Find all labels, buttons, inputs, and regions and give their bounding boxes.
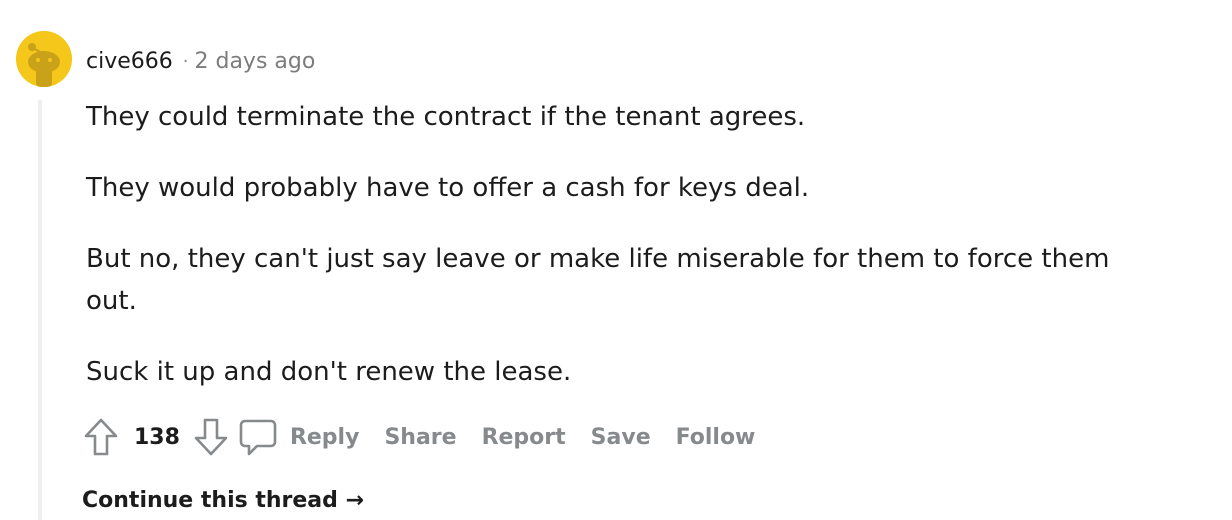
comment-action-bar: 138 Reply Share Report Save Follow [82, 416, 755, 458]
comment-meta: cive666 · 2 days ago [86, 46, 315, 76]
downvote-icon [194, 418, 228, 456]
downvote-button[interactable] [192, 416, 230, 458]
report-button[interactable]: Report [482, 416, 566, 458]
comment-body: They could terminate the contract if the… [86, 96, 1146, 422]
vote-score: 138 [134, 424, 180, 450]
reply-label: Reply [289, 424, 360, 450]
comment-bubble-icon [239, 419, 277, 456]
comment-paragraph: They could terminate the contract if the… [86, 102, 806, 132]
comment-paragraph: But no, they can't just say leave or mak… [86, 244, 1110, 316]
author-username[interactable]: cive666 [86, 49, 173, 74]
reply-button[interactable]: Reply [238, 416, 360, 458]
avatar[interactable] [16, 31, 72, 87]
save-button[interactable]: Save [591, 416, 651, 458]
meta-separator: · [182, 50, 189, 72]
share-button[interactable]: Share [384, 416, 456, 458]
continue-thread-link[interactable]: Continue this thread → [82, 488, 364, 513]
comment-paragraph: Suck it up and don't renew the lease. [86, 357, 572, 387]
comment-timestamp[interactable]: 2 days ago [195, 49, 316, 74]
thread-line[interactable] [38, 100, 42, 520]
follow-button[interactable]: Follow [676, 416, 756, 458]
comment-paragraph: They would probably have to offer a cash… [86, 173, 810, 203]
avatar-icon [16, 31, 72, 87]
upvote-button[interactable] [82, 416, 120, 458]
upvote-icon [84, 418, 118, 456]
